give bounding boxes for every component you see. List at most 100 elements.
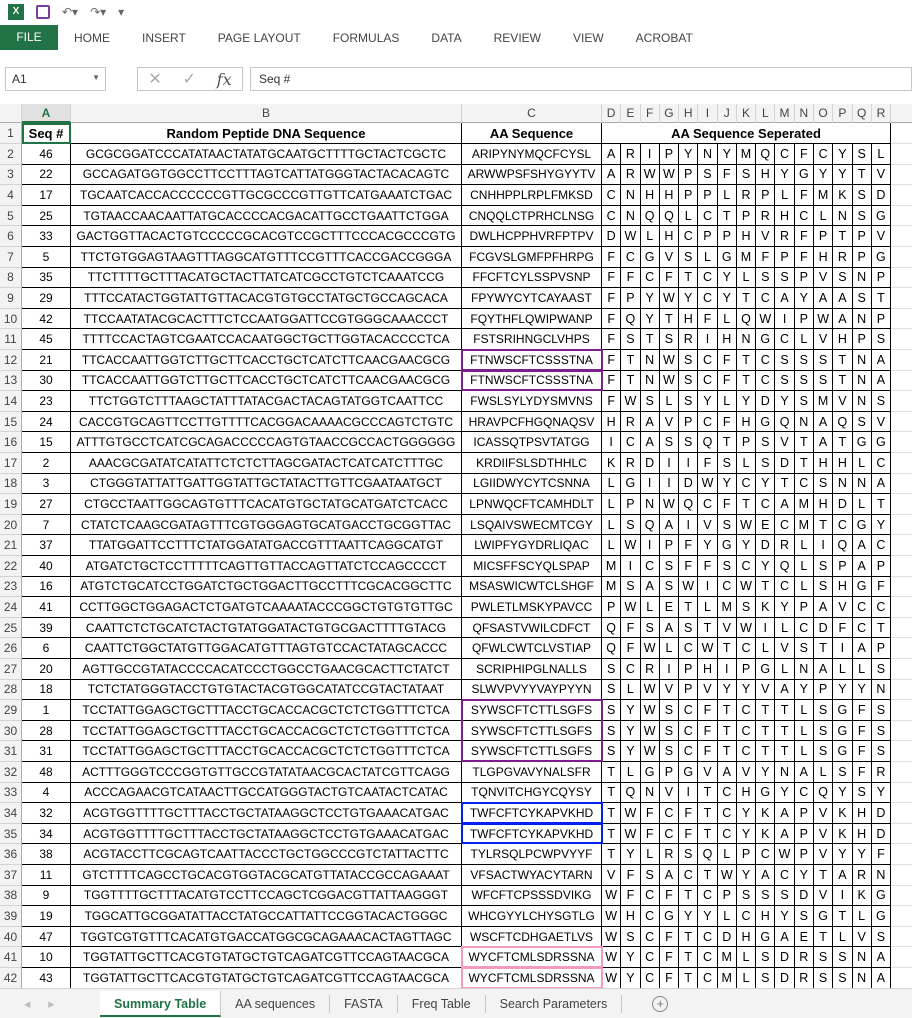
aa-letter-cell[interactable]: T xyxy=(756,576,776,598)
aa-letter-cell[interactable]: H xyxy=(852,803,872,824)
aa-letter-cell[interactable]: T xyxy=(833,370,853,392)
aa-letter-cell[interactable]: S xyxy=(659,576,680,598)
seq-cell[interactable]: 23 xyxy=(22,391,71,412)
aa-letter-cell[interactable]: L xyxy=(717,391,737,412)
aa-letter-cell[interactable]: L xyxy=(794,535,814,556)
aa-letter-cell[interactable]: K xyxy=(756,803,776,824)
aa-letter-cell[interactable]: P xyxy=(871,638,892,659)
aa-letter-cell[interactable]: C xyxy=(640,267,660,289)
aa-letter-cell[interactable]: T xyxy=(602,844,622,865)
aa-letter-cell[interactable]: T xyxy=(717,720,737,742)
aa-letter-cell[interactable]: I xyxy=(756,617,776,639)
row-header[interactable]: 7 xyxy=(0,247,22,268)
aa-letter-cell[interactable]: C xyxy=(679,865,699,886)
dna-sequence-cell[interactable]: TGTAACCAACAATTATGCACCCCACGACATTGCCTGAATT… xyxy=(71,205,462,227)
aa-letter-cell[interactable]: Y xyxy=(717,473,737,495)
aa-letter-cell[interactable]: L xyxy=(794,720,814,742)
aa-letter-cell[interactable]: Y xyxy=(640,288,660,309)
aa-letter-cell[interactable]: L xyxy=(871,144,892,165)
aa-letter-cell[interactable]: I xyxy=(698,329,718,350)
aa-sequence-cell[interactable]: SYWSCFTCTTLSGFS xyxy=(462,720,602,742)
aa-letter-cell[interactable]: Y xyxy=(621,844,641,865)
aa-letter-cell[interactable]: T xyxy=(679,926,699,948)
aa-letter-cell[interactable]: G xyxy=(717,535,737,556)
aa-letter-cell[interactable]: L xyxy=(736,453,757,474)
aa-letter-cell[interactable]: D xyxy=(717,926,737,948)
aa-letter-cell[interactable]: Y xyxy=(852,679,872,701)
aa-letter-cell[interactable]: F xyxy=(659,885,680,907)
aa-letter-cell[interactable]: K xyxy=(833,803,853,824)
aa-letter-cell[interactable]: C xyxy=(659,823,680,845)
aa-letter-cell[interactable]: T xyxy=(621,350,641,371)
aa-letter-cell[interactable]: Q xyxy=(775,411,795,433)
aa-letter-cell[interactable]: P xyxy=(794,844,814,865)
formula-input[interactable]: Seq # xyxy=(250,67,912,91)
aa-letter-cell[interactable]: F xyxy=(602,370,622,392)
aa-letter-cell[interactable]: V xyxy=(775,638,795,659)
dna-sequence-cell[interactable]: TGGTATTGCTTCACGTGTATGCTGTCAGATCGTTCCAGTA… xyxy=(71,947,462,968)
aa-letter-cell[interactable]: I xyxy=(621,556,641,577)
aa-letter-cell[interactable]: T xyxy=(717,432,737,453)
aa-letter-cell[interactable]: Y xyxy=(621,700,641,721)
aa-sequence-cell[interactable]: ICASSQTPSVTATGG xyxy=(462,432,602,453)
aa-letter-cell[interactable]: R xyxy=(794,947,814,968)
column-header-q[interactable]: Q xyxy=(853,104,872,123)
aa-letter-cell[interactable]: S xyxy=(717,556,737,577)
aa-letter-cell[interactable]: S xyxy=(736,164,757,186)
aa-letter-cell[interactable]: T xyxy=(813,514,834,536)
seq-cell[interactable]: 1 xyxy=(22,700,71,721)
aa-sequence-cell[interactable]: FTNWSCFTCSSSTNA xyxy=(462,370,602,392)
seq-cell[interactable]: 39 xyxy=(22,617,71,639)
aa-letter-cell[interactable]: G xyxy=(833,700,853,721)
aa-letter-cell[interactable]: D xyxy=(756,535,776,556)
aa-letter-cell[interactable]: N xyxy=(640,370,660,392)
aa-letter-cell[interactable]: N xyxy=(852,308,872,330)
cancel-icon[interactable]: ✕ xyxy=(148,69,161,89)
aa-letter-cell[interactable]: T xyxy=(602,762,622,783)
aa-letter-cell[interactable]: T xyxy=(698,617,718,639)
aa-letter-cell[interactable]: C xyxy=(736,638,757,659)
aa-letter-cell[interactable]: I xyxy=(659,659,680,680)
dna-sequence-cell[interactable]: TTTCCATACTGGTATTGTTACACGTGTGCCTATGCTGCCA… xyxy=(71,288,462,309)
aa-letter-cell[interactable]: Y xyxy=(698,391,718,412)
aa-letter-cell[interactable]: P xyxy=(698,226,718,247)
empty-cell[interactable] xyxy=(891,288,912,309)
aa-letter-cell[interactable]: F xyxy=(852,762,872,783)
aa-letter-cell[interactable]: N xyxy=(640,494,660,515)
aa-letter-cell[interactable]: C xyxy=(698,926,718,948)
aa-letter-cell[interactable]: R xyxy=(833,247,853,268)
aa-letter-cell[interactable]: C xyxy=(756,494,776,515)
seq-cell[interactable]: 15 xyxy=(22,432,71,453)
aa-letter-cell[interactable]: Q xyxy=(602,638,622,659)
row-header[interactable]: 1 xyxy=(0,123,22,144)
redo-icon[interactable]: ↷▾ xyxy=(90,5,106,19)
tab-review[interactable]: REVIEW xyxy=(478,31,557,45)
aa-letter-cell[interactable]: Q xyxy=(813,782,834,804)
empty-cell[interactable] xyxy=(891,700,912,721)
seq-cell[interactable]: 25 xyxy=(22,205,71,227)
aa-letter-cell[interactable]: R xyxy=(775,226,795,247)
aa-sequence-cell[interactable]: WHCGYYLCHYSGTLG xyxy=(462,906,602,927)
aa-letter-cell[interactable]: C xyxy=(621,247,641,268)
aa-letter-cell[interactable]: C xyxy=(621,659,641,680)
aa-letter-cell[interactable]: W xyxy=(736,514,757,536)
aa-letter-cell[interactable]: H xyxy=(756,906,776,927)
aa-letter-cell[interactable]: W xyxy=(813,308,834,330)
aa-letter-cell[interactable]: F xyxy=(602,329,622,350)
aa-letter-cell[interactable]: W xyxy=(621,391,641,412)
aa-letter-cell[interactable]: Y xyxy=(679,906,699,927)
aa-letter-cell[interactable]: D xyxy=(871,803,892,824)
aa-letter-cell[interactable]: G xyxy=(756,782,776,804)
aa-letter-cell[interactable]: L xyxy=(640,597,660,618)
aa-letter-cell[interactable]: Q xyxy=(698,432,718,453)
aa-letter-cell[interactable]: S xyxy=(717,514,737,536)
aa-letter-cell[interactable]: T xyxy=(717,638,737,659)
aa-letter-cell[interactable]: P xyxy=(679,679,699,701)
aa-letter-cell[interactable]: S xyxy=(852,782,872,804)
aa-letter-cell[interactable]: G xyxy=(621,473,641,495)
aa-letter-cell[interactable]: P xyxy=(659,535,680,556)
aa-letter-cell[interactable]: C xyxy=(775,576,795,598)
aa-sequence-cell[interactable]: DWLHCPPHVRFPTPV xyxy=(462,226,602,247)
dna-sequence-cell[interactable]: ACGTACCTTCGCAGTCAATTACCCTGCTGGCCCGTCTATT… xyxy=(71,844,462,865)
sheet-tab-aa-sequences[interactable]: AA sequences xyxy=(221,994,331,1013)
